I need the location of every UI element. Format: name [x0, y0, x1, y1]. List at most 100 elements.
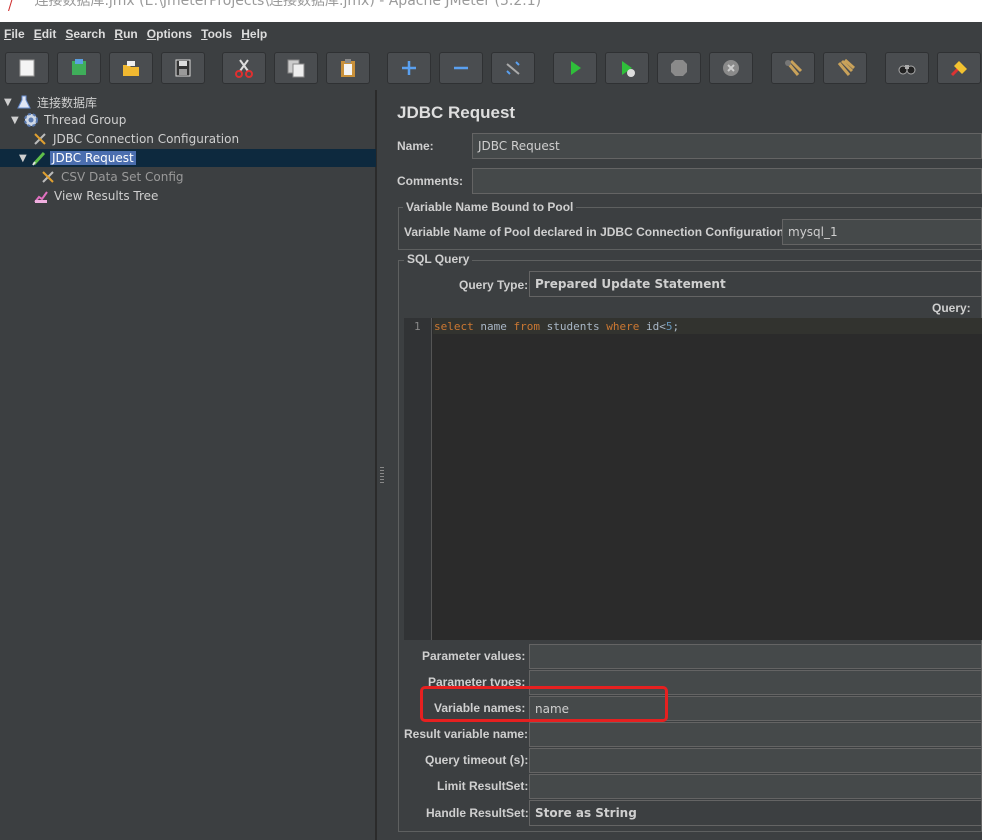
- stop-button[interactable]: [657, 52, 701, 84]
- reset-search-button[interactable]: [937, 52, 981, 84]
- tree-node-csv-data-set-config[interactable]: CSV Data Set Config: [40, 168, 186, 186]
- start-no-pauses-button[interactable]: [605, 52, 649, 84]
- config-wrench-icon: [32, 131, 48, 147]
- editor-line-gutter: 1: [404, 318, 432, 640]
- clear-all-icon: [837, 58, 855, 76]
- save-button[interactable]: [161, 52, 205, 84]
- paste-icon: [341, 59, 355, 77]
- clear-icon: [785, 59, 803, 76]
- handle-resultset-label: Handle ResultSet:: [426, 806, 529, 820]
- query-type-label: Query Type:: [459, 278, 529, 292]
- panel-title: JDBC Request: [397, 103, 516, 122]
- start-button[interactable]: [553, 52, 597, 84]
- start-icon: [571, 61, 581, 75]
- splitter-grip-icon[interactable]: [380, 467, 384, 485]
- test-plan-tree: ▼ 连接数据库 ▼ Thread Group JDBC Connection C…: [0, 90, 376, 840]
- tree-label: JDBC Request: [50, 151, 136, 165]
- save-icon: [175, 59, 191, 77]
- pool-name-label: Variable Name of Pool declared in JDBC C…: [404, 225, 789, 239]
- handle-resultset-select[interactable]: Store as String: [529, 800, 982, 826]
- tree-node-jdbc-request[interactable]: ▼ JDBC Request: [19, 149, 136, 167]
- search-button[interactable]: [885, 52, 929, 84]
- thread-group-gear-icon: [23, 112, 39, 128]
- tree-node-view-results-tree[interactable]: View Results Tree: [33, 187, 160, 205]
- parameter-values-label: Parameter values:: [422, 649, 526, 663]
- pool-group-title: Variable Name Bound to Pool: [403, 200, 577, 214]
- copy-button[interactable]: [274, 52, 318, 84]
- limit-resultset-label: Limit ResultSet:: [437, 779, 529, 793]
- menu-tools[interactable]: Tools: [201, 27, 232, 41]
- menu-search[interactable]: Search: [65, 27, 105, 41]
- listener-chart-icon: [33, 188, 49, 204]
- menu-bar: File Edit Search Run Options Tools Help: [0, 22, 982, 46]
- open-button[interactable]: [109, 52, 153, 84]
- test-plan-flask-icon: [16, 94, 32, 110]
- sampler-pen-icon: [31, 150, 47, 166]
- query-type-select[interactable]: Prepared Update Statement: [529, 271, 982, 297]
- new-button[interactable]: [5, 52, 49, 84]
- comments-label: Comments:: [397, 174, 464, 188]
- expand-icon: [402, 61, 416, 75]
- collapse-toggle-icon[interactable]: ▼: [19, 153, 31, 164]
- sql-code-line[interactable]: select name from students where id<5;: [434, 320, 679, 333]
- parameter-values-field[interactable]: [529, 644, 982, 669]
- shutdown-button[interactable]: [709, 52, 753, 84]
- tree-label: 连接数据库: [37, 95, 98, 110]
- paste-button[interactable]: [326, 52, 370, 84]
- pool-name-field[interactable]: mysql_1: [782, 219, 982, 245]
- start-no-pause-icon: [622, 61, 635, 77]
- query-label: Query:: [932, 301, 971, 315]
- comments-field[interactable]: [472, 168, 982, 194]
- query-timeout-field[interactable]: [529, 748, 982, 773]
- collapse-icon: [454, 66, 468, 70]
- reset-search-icon: [950, 61, 967, 77]
- name-label: Name:: [397, 139, 434, 153]
- tree-node-jdbc-connection-config[interactable]: JDBC Connection Configuration: [32, 130, 241, 148]
- cut-button[interactable]: [222, 52, 266, 84]
- annotation-highlight-box: [420, 686, 668, 722]
- clear-all-button[interactable]: [823, 52, 867, 84]
- toggle-icon: [506, 61, 520, 75]
- line-number: 1: [414, 320, 421, 333]
- copy-icon: [287, 59, 305, 78]
- clear-button[interactable]: [771, 52, 815, 84]
- tree-label: View Results Tree: [54, 189, 159, 203]
- sql-query-editor[interactable]: 1 select name from students where id<5;: [404, 318, 982, 640]
- templates-icon: [72, 59, 86, 75]
- panel-splitter[interactable]: [376, 90, 387, 840]
- stop-icon: [671, 60, 687, 76]
- result-variable-name-field[interactable]: [529, 722, 982, 747]
- tree-label: JDBC Connection Configuration: [53, 132, 240, 146]
- templates-button[interactable]: [57, 52, 101, 84]
- name-field[interactable]: JDBC Request: [472, 133, 982, 159]
- menu-file[interactable]: File: [4, 27, 25, 41]
- query-timeout-label: Query timeout (s):: [425, 753, 529, 767]
- shutdown-icon: [723, 60, 739, 76]
- collapse-toggle-icon[interactable]: ▼: [4, 97, 16, 108]
- tree-node-test-plan[interactable]: ▼ 连接数据库: [4, 93, 99, 111]
- tree-label: Thread Group: [44, 113, 127, 127]
- jdbc-request-panel: JDBC Request Name: JDBC Request Comments…: [388, 90, 982, 840]
- menu-help[interactable]: Help: [241, 27, 267, 41]
- menu-options[interactable]: Options: [147, 27, 192, 41]
- collapse-all-button[interactable]: [439, 52, 483, 84]
- window-title-bar: / 连接数据库.jmx (E:\JmeterProjects\连接数据库.jmx…: [0, 0, 982, 22]
- cut-icon: [235, 59, 253, 78]
- tree-label: CSV Data Set Config: [61, 170, 184, 184]
- collapse-toggle-icon[interactable]: ▼: [11, 115, 23, 126]
- sql-query-group-title: SQL Query: [404, 252, 473, 266]
- tree-node-thread-group[interactable]: ▼ Thread Group: [11, 111, 128, 129]
- new-icon: [19, 59, 35, 77]
- toggle-button[interactable]: [491, 52, 535, 84]
- toolbar: [0, 48, 982, 90]
- limit-resultset-field[interactable]: [529, 774, 982, 799]
- menu-run[interactable]: Run: [114, 27, 137, 41]
- open-icon: [123, 61, 139, 76]
- window-title: 连接数据库.jmx (E:\JmeterProjects\连接数据库.jmx) …: [34, 0, 542, 9]
- result-variable-name-label: Result variable name:: [404, 727, 529, 741]
- menu-edit[interactable]: Edit: [34, 27, 57, 41]
- expand-all-button[interactable]: [387, 52, 431, 84]
- jmeter-feather-icon: /: [8, 0, 13, 14]
- search-icon: [898, 65, 916, 75]
- config-wrench-icon: [40, 169, 56, 185]
